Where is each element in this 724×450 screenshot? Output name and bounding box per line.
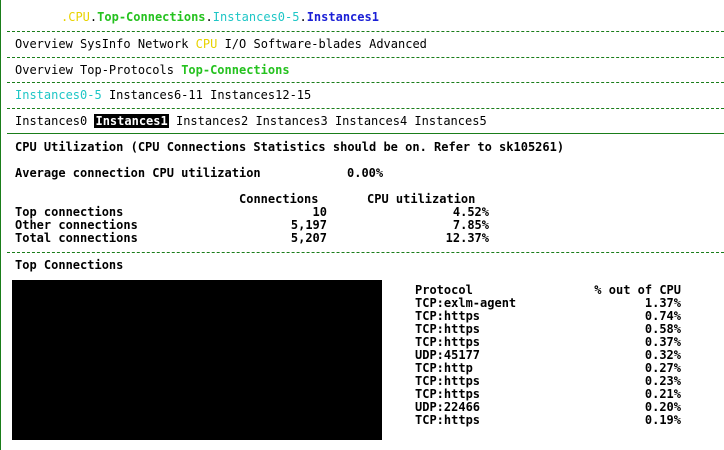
submenu-item-top-connections[interactable]: Top-Connections (181, 63, 289, 77)
tab-instances0-5[interactable]: Instances0-5 (15, 88, 102, 102)
instances-menu: Instances0 Instances1 Instances2 Instanc… (15, 114, 487, 128)
breadcrumb-cpu[interactable]: CPU (68, 10, 90, 24)
menu-item-cpu[interactable]: CPU (196, 37, 218, 51)
breadcrumb-dot: . (299, 10, 307, 24)
summary-row-connections: 5,207 (290, 231, 327, 245)
menu-item-network[interactable]: Network (138, 37, 189, 51)
submenu-item-overview[interactable]: Overview (15, 63, 73, 77)
menu-item-software-blades[interactable]: Software-blades (254, 37, 362, 51)
tab-instances1[interactable]: Instances1 (94, 114, 169, 128)
menu-item-sysinfo[interactable]: SysInfo (80, 37, 131, 51)
instance-groups-menu: Instances0-5 Instances6-11 Instances12-1… (15, 88, 311, 102)
average-cpu-label: Average connection CPU utilization (15, 166, 261, 180)
breadcrumb: .CPU.Top-Connections.Instances0-5.Instan… (61, 10, 379, 24)
tab-instances4[interactable]: Instances4 (335, 114, 407, 128)
menu-item-overview[interactable]: Overview (15, 37, 73, 51)
separator (7, 108, 724, 109)
summary-row-cpu: 12.37% (445, 231, 489, 245)
summary-row-label: Total connections (15, 231, 138, 245)
menu-item-io[interactable]: I/O (225, 37, 247, 51)
separator (7, 252, 724, 253)
breadcrumb-instances1[interactable]: Instances1 (307, 10, 379, 24)
tab-instances3[interactable]: Instances3 (255, 114, 327, 128)
average-cpu-value: 0.00% (347, 166, 384, 180)
tab-instances0[interactable]: Instances0 (15, 114, 87, 128)
summary-header-connections: Connections (239, 192, 319, 206)
tab-instances12-15[interactable]: Instances12-15 (210, 88, 311, 102)
submenu-item-top-protocols[interactable]: Top-Protocols (80, 63, 174, 77)
tab-instances6-11[interactable]: Instances6-11 (109, 88, 203, 102)
protocol-row-name: TCP:https (415, 413, 481, 427)
breadcrumb-top-connections[interactable]: Top-Connections (97, 10, 205, 24)
section-title: CPU Utilization (CPU Connections Statist… (15, 140, 565, 154)
protocol-row-cpu: 0.19% (644, 413, 681, 427)
breadcrumb-instances0-5[interactable]: Instances0-5 (213, 10, 300, 24)
separator (7, 133, 724, 134)
main-menu: Overview SysInfo Network CPU I/O Softwar… (15, 37, 427, 51)
top-connections-title: Top Connections (15, 258, 124, 272)
breadcrumb-dot: . (205, 10, 213, 24)
tab-instances2[interactable]: Instances2 (176, 114, 248, 128)
separator (7, 31, 724, 32)
cpu-submenu: Overview Top-Protocols Top-Connections (15, 63, 290, 77)
separator (7, 57, 724, 58)
redacted-graph-area (12, 280, 382, 440)
tab-instances5[interactable]: Instances5 (414, 114, 486, 128)
menu-item-advanced[interactable]: Advanced (369, 37, 427, 51)
terminal-window: .CPU.Top-Connections.Instances0-5.Instan… (0, 0, 724, 450)
separator (7, 82, 724, 83)
